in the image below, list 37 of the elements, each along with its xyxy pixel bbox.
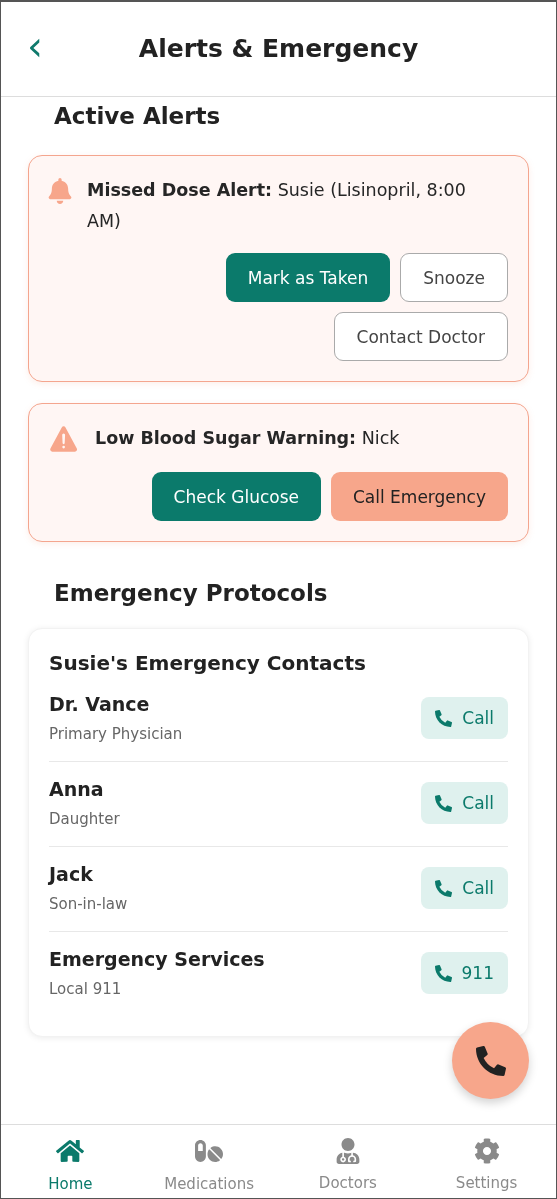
phone-icon [435, 879, 453, 897]
contact-name: Anna [49, 778, 105, 800]
page-title: Alerts & Emergency [138, 33, 419, 63]
alert-action-button[interactable]: Mark as Taken [225, 253, 391, 302]
nav-tab[interactable]: Medications [139, 1125, 279, 1198]
alert-action-button[interactable]: Call Emergency [330, 472, 508, 521]
alert-text: Low Blood Sugar Warning: Nick [95, 427, 401, 450]
settings-icon [473, 1137, 500, 1164]
call-button[interactable]: Call [421, 867, 508, 909]
contact-role: Daughter [49, 810, 120, 828]
alert-action-button[interactable]: Contact Doctor [333, 312, 508, 361]
contact-name: Jack [49, 863, 94, 885]
contact-role: Son-in-law [49, 895, 128, 913]
contact-role: Primary Physician [49, 725, 183, 743]
section-title: Active Alerts [54, 103, 222, 129]
doctor-icon [334, 1137, 361, 1164]
alert-text: Missed Dose Alert: Susie (Lisinopril, 8:00 AM) [87, 179, 467, 233]
alert-action-button[interactable]: Check Glucose [151, 472, 321, 521]
card-title: Susie's Emergency Contacts [49, 651, 367, 675]
phone-icon [435, 794, 453, 812]
alert-action-button[interactable]: Snooze [400, 253, 508, 302]
back-button[interactable]: ‹ [21, 28, 49, 64]
contact-role: Local 911 [49, 980, 123, 998]
nav-tab[interactable]: Home [1, 1125, 140, 1198]
phone-icon [434, 964, 452, 982]
phone-icon [475, 1045, 506, 1076]
call-button[interactable]: 911 [420, 952, 508, 994]
call-button[interactable]: Call [421, 697, 508, 739]
contact-name: Emergency Services [49, 948, 265, 970]
call-button[interactable]: Call [421, 782, 508, 824]
section-title: Emergency Protocols [54, 580, 329, 606]
emergency-call-button[interactable] [452, 1022, 529, 1099]
nav-tab[interactable]: Settings [417, 1125, 556, 1198]
contact-name: Dr. Vance [49, 693, 151, 715]
bell-icon [47, 178, 73, 204]
nav-tab[interactable]: Doctors [278, 1125, 418, 1198]
phone-icon [435, 709, 453, 727]
